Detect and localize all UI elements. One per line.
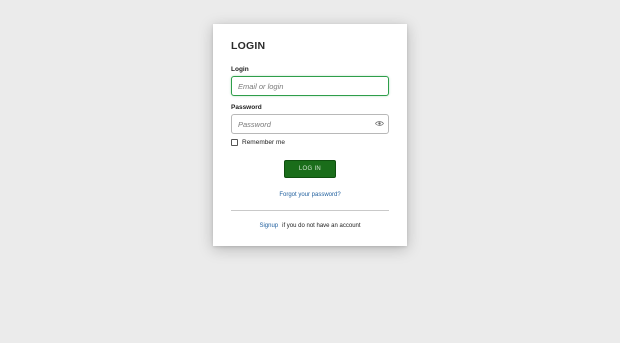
divider [231, 210, 389, 211]
signup-link[interactable]: Signup [259, 223, 278, 229]
eye-icon[interactable] [375, 120, 384, 127]
remember-label: Remember me [242, 139, 285, 146]
login-button[interactable]: LOG IN [284, 160, 336, 178]
password-input[interactable] [231, 114, 389, 134]
forgot-password-link[interactable]: Forgot your password? [213, 192, 407, 198]
login-input[interactable] [231, 76, 389, 96]
signup-row: Signup if you do not have an account [213, 223, 407, 229]
remember-me: Remember me [231, 139, 285, 146]
page-title: LOGIN [231, 40, 266, 52]
login-card: LOGIN Login Password Remember me LOG IN … [213, 24, 407, 246]
password-label: Password [231, 104, 262, 111]
remember-checkbox[interactable] [231, 139, 238, 146]
signup-text: if you do not have an account [282, 223, 361, 229]
login-label: Login [231, 66, 249, 73]
